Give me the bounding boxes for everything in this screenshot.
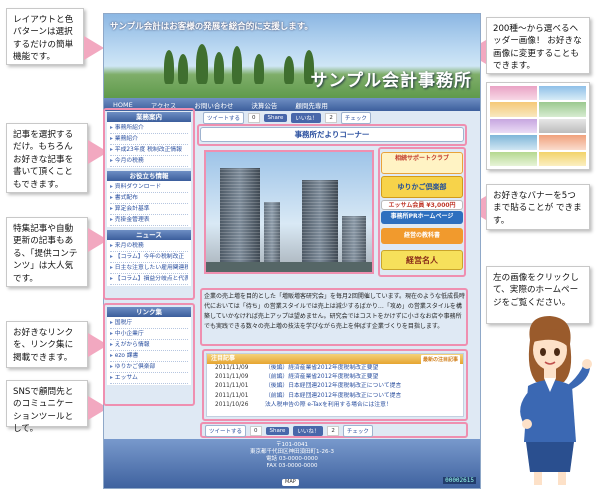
- like-button[interactable]: いいね！: [293, 426, 324, 436]
- sidebar-item[interactable]: 日主な注意したい雇用関連税制: [110, 263, 188, 274]
- sidebar-item[interactable]: 業務紹介: [110, 134, 188, 145]
- sidebar-item[interactable]: 【コラム】損益分岐点と代表: [110, 274, 188, 285]
- sidebar-item[interactable]: 書式配布: [110, 193, 188, 204]
- guide-woman-illustration: [520, 316, 592, 485]
- link-item[interactable]: ゆりかご倶楽部: [110, 362, 188, 373]
- site-tagline: サンプル会計はお客様の発展を総合的に支援します。: [110, 22, 313, 32]
- sidebar-item[interactable]: 資料ダウンロード: [110, 182, 188, 193]
- callout-header-image: 200種～から選べるヘッダー画像！ お好きな画像に変更することもできます。: [486, 17, 590, 74]
- featured-heading: 注目記事: [211, 355, 236, 362]
- article-row[interactable]: 2011/11/09 （前編）経済産業省2012年度税制改正要望: [207, 373, 463, 382]
- share-button[interactable]: Share: [263, 114, 288, 122]
- check-button[interactable]: チェック: [340, 112, 371, 124]
- nav-settlement[interactable]: 決算公告: [242, 100, 286, 110]
- sidebar-item[interactable]: 平成23年度 税制改正情報: [110, 145, 188, 156]
- footer-address: 東京都千代田区神田須田町1-26-3: [250, 449, 334, 455]
- banner-essam[interactable]: エッサム会員 ¥3,000円: [381, 200, 463, 210]
- footer-zip: 〒101-0041: [276, 442, 308, 448]
- tweet-button[interactable]: ツイートする: [205, 425, 247, 437]
- rss-badge[interactable]: 最新の注目記事: [420, 355, 460, 365]
- sidebar-item[interactable]: 今月の税務: [110, 156, 188, 167]
- sidebar-heading-links: リンク集: [107, 307, 191, 317]
- callout-links: お好きなリンクを、リンク集に掲載できます。: [6, 321, 88, 368]
- social-row-top: ツイートする 0 Share いいね！ 2 チェック: [203, 112, 371, 124]
- tweet-button[interactable]: ツイートする: [203, 112, 245, 124]
- link-item[interactable]: 中小企業庁: [110, 329, 188, 340]
- section-title: 事務所だよりコーナー: [200, 127, 464, 142]
- social-row-bottom: ツイートする 0 Share いいね！ 2 チェック: [205, 425, 373, 437]
- site-footer: 〒101-0041 東京都千代田区神田須田町1-26-3 電話 03-0000-…: [104, 439, 480, 488]
- like-count: 2: [327, 426, 339, 436]
- arrow-layout: [84, 36, 104, 60]
- sidebar-item[interactable]: 売掛金管理表: [110, 215, 188, 226]
- banner-yurikago[interactable]: ゆりかご倶楽部: [381, 176, 463, 198]
- callout-articles: 記事を選択するだけ。もちろんお好きな記事を書いて頂くこともできます。: [6, 123, 88, 193]
- article-row[interactable]: 2011/11/01 （後編）日本経団連2012年度税制改正について提言: [207, 382, 463, 391]
- sidebar-heading-news: ニュース: [107, 230, 191, 240]
- footer-tel: 電話 03-0000-0000: [266, 456, 318, 462]
- like-button[interactable]: いいね！: [291, 113, 322, 123]
- map-button[interactable]: MAP: [282, 479, 299, 486]
- site-header-image: サンプル会計はお客様の発展を総合的に支援します。 サンプル会計事務所: [104, 14, 480, 98]
- link-item[interactable]: えがから情報: [110, 340, 188, 351]
- banner-textbook[interactable]: 経営の教科書: [381, 228, 463, 244]
- sidebar-item[interactable]: 【コラム】今年の税制改正: [110, 252, 188, 263]
- footer-fax: FAX 03-0000-0000: [266, 463, 318, 469]
- like-count: 2: [325, 113, 337, 123]
- link-item[interactable]: エッサム: [110, 373, 188, 384]
- share-button[interactable]: Share: [265, 427, 290, 435]
- article-row[interactable]: 2011/11/01 （前編）日本経団連2012年度税制改正について提言: [207, 392, 463, 401]
- sidebar-item[interactable]: 算定会計基準: [110, 204, 188, 215]
- banner-meijin[interactable]: 経営名人: [381, 250, 463, 270]
- callout-banners: お好きなバナーを5つまで貼ることが できます。: [486, 184, 590, 230]
- visitor-counter: 00002615: [443, 477, 476, 484]
- article-row[interactable]: 2011/11/09 （後編）経済産業省2012年度税制改正要望: [207, 364, 463, 373]
- header-samples: [486, 82, 590, 170]
- sidebar-item[interactable]: 来月の税務: [110, 241, 188, 252]
- sidebar-heading-services: 業務案内: [107, 112, 191, 122]
- article-row[interactable]: 2011/10/26 法人税申告の際 e-Taxを利用する場合には注意！: [207, 401, 463, 410]
- sidebar-item[interactable]: 事務所紹介: [110, 123, 188, 134]
- callout-sns: SNSで顧問先とのコミュニケーションツールとして。: [6, 380, 88, 434]
- link-item[interactable]: ezo 課書: [110, 351, 188, 362]
- nav-clients[interactable]: 顧問先専用: [286, 100, 337, 110]
- banner-souzoku[interactable]: 相続サポートクラブ: [381, 152, 463, 174]
- links-panel: リンク集 国税庁 中小企業庁 えがから情報 ezo 課書 ゆりかご倶楽部 エッサ…: [107, 307, 191, 385]
- tweet-count: 0: [248, 113, 260, 123]
- featured-articles: 注目記事 最新の注目記事 2011/11/09 （後編）経済産業省2012年度税制改…: [206, 353, 464, 417]
- sidebar-heading-useful: お役立ち情報: [107, 171, 191, 181]
- link-item[interactable]: 国税庁: [110, 318, 188, 329]
- office-buildings-photo[interactable]: [204, 150, 374, 274]
- check-button[interactable]: チェック: [342, 425, 373, 437]
- body-text: 企業の売上増を目的とした「増販増客研究会」を毎月2回開催しています。現在のような…: [204, 293, 466, 330]
- callout-layout: レイアウトと色パターンは選択するだけの簡単機能です。: [6, 8, 84, 65]
- callout-contents: 特集記事や自動更新の記事もある、「提供コンテンツ」は大人気です。: [6, 217, 88, 287]
- banner-pr-homepage[interactable]: 事務所PRホームページ: [381, 211, 463, 224]
- tweet-count: 0: [250, 426, 262, 436]
- sidebar: 業務案内 事務所紹介 業務紹介 平成23年度 税制改正情報 今月の税務 お役立ち…: [107, 112, 191, 286]
- site-title: サンプル会計事務所: [310, 71, 472, 91]
